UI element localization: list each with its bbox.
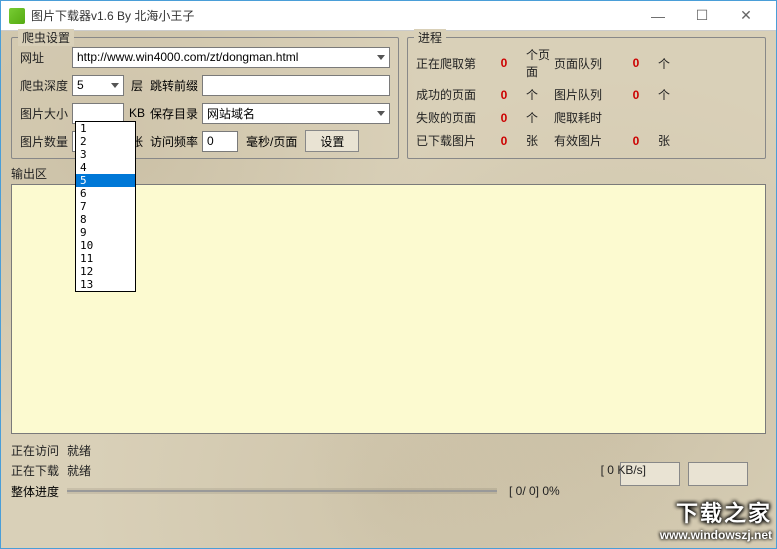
maximize-button[interactable]: ☐ xyxy=(680,2,724,30)
p-row0-l1: 正在爬取第 xyxy=(416,55,482,72)
freq-unit: 毫秒/页面 xyxy=(246,133,297,150)
p-row3-v2: 0 xyxy=(614,134,658,148)
savedir-label: 保存目录 xyxy=(150,105,202,122)
p-row2-l2: 爬取耗时 xyxy=(554,109,614,126)
depth-option[interactable]: 1 xyxy=(76,122,135,135)
visit-value: 就绪 xyxy=(67,442,766,459)
p-row3-l2: 有效图片 xyxy=(554,132,614,149)
p-row3-u1: 张 xyxy=(526,132,554,149)
depth-option[interactable]: 7 xyxy=(76,200,135,213)
depth-option[interactable]: 6 xyxy=(76,187,135,200)
watermark-url: www.windowszj.net xyxy=(660,528,772,542)
download-rate: [ 0 KB/s] xyxy=(601,463,646,477)
app-icon xyxy=(9,8,25,24)
progress-group-title: 进程 xyxy=(414,29,446,46)
overall-row: 整体进度 [ 0/ 0] 0% xyxy=(11,480,766,502)
close-button[interactable]: ✕ xyxy=(724,2,768,30)
progress-grid: 正在爬取第 0 个页面 页面队列 0 个 成功的页面 0 个 图片队列 0 个 … xyxy=(416,46,757,149)
p-row1-l1: 成功的页面 xyxy=(416,86,482,103)
depth-option[interactable]: 3 xyxy=(76,148,135,161)
overall-text: [ 0/ 0] 0% xyxy=(509,484,560,498)
overall-label: 整体进度 xyxy=(11,483,67,500)
depth-option[interactable]: 5 xyxy=(76,174,135,187)
crawler-settings-group: 爬虫设置 网址 爬虫深度 层 跳转前缀 图片大小 xyxy=(11,37,399,159)
depth-row: 爬虫深度 层 跳转前缀 xyxy=(20,74,390,96)
url-row: 网址 xyxy=(20,46,390,68)
prefix-input[interactable] xyxy=(202,75,390,96)
visit-label: 正在访问 xyxy=(11,442,67,459)
p-row0-l2: 页面队列 xyxy=(554,55,614,72)
prefix-label: 跳转前缀 xyxy=(150,77,202,94)
size-label: 图片大小 xyxy=(20,105,72,122)
p-row1-u2: 个 xyxy=(658,86,678,103)
depth-option[interactable]: 8 xyxy=(76,213,135,226)
progress-group: 进程 正在爬取第 0 个页面 页面队列 0 个 成功的页面 0 个 图片队列 0… xyxy=(407,37,766,159)
set-button[interactable]: 设置 xyxy=(305,130,359,152)
p-row0-u1: 个页面 xyxy=(526,46,554,80)
p-row1-v2: 0 xyxy=(614,88,658,102)
p-row0-v1: 0 xyxy=(482,56,526,70)
depth-option[interactable]: 13 xyxy=(76,278,135,291)
app-window: 图片下载器v1.6 By 北海小王子 — ☐ ✕ 爬虫设置 网址 爬虫深度 xyxy=(0,0,777,549)
p-row3-l1: 已下载图片 xyxy=(416,132,482,149)
p-row0-v2: 0 xyxy=(614,56,658,70)
depth-select[interactable] xyxy=(72,75,124,96)
freq-label: 访问频率 xyxy=(150,133,202,150)
p-row3-v1: 0 xyxy=(482,134,526,148)
p-row1-v1: 0 xyxy=(482,88,526,102)
watermark: 下载之家 www.windowszj.net xyxy=(660,496,772,542)
url-input[interactable] xyxy=(72,47,390,68)
depth-option[interactable]: 11 xyxy=(76,252,135,265)
depth-label: 爬虫深度 xyxy=(20,77,72,94)
download-value: 就绪 xyxy=(67,462,601,479)
depth-option[interactable]: 12 xyxy=(76,265,135,278)
progress-bar-wrap: [ 0/ 0] 0% xyxy=(67,484,766,498)
p-row3-u2: 张 xyxy=(658,132,678,149)
size-unit: KB xyxy=(124,106,150,120)
progress-bar xyxy=(67,488,497,494)
depth-option[interactable]: 4 xyxy=(76,161,135,174)
depth-option[interactable]: 2 xyxy=(76,135,135,148)
p-row0-u2: 个 xyxy=(658,55,678,72)
p-row1-l2: 图片队列 xyxy=(554,86,614,103)
window-title: 图片下载器v1.6 By 北海小王子 xyxy=(31,7,636,24)
depth-option[interactable]: 10 xyxy=(76,239,135,252)
url-label: 网址 xyxy=(20,49,72,66)
p-row2-l1: 失败的页面 xyxy=(416,109,482,126)
savedir-select[interactable] xyxy=(202,103,390,124)
freq-input[interactable] xyxy=(202,131,238,152)
download-label: 正在下载 xyxy=(11,462,67,479)
crawler-group-title: 爬虫设置 xyxy=(18,29,74,46)
status-download-row: 正在下载 就绪 [ 0 KB/s] xyxy=(11,460,766,480)
status-rows: 正在访问 就绪 正在下载 就绪 [ 0 KB/s] 整体进度 [ 0/ 0] 0… xyxy=(11,440,766,502)
depth-dropdown-list[interactable]: 12345678910111213 xyxy=(75,121,136,292)
depth-unit: 层 xyxy=(124,77,150,94)
content-area: 爬虫设置 网址 爬虫深度 层 跳转前缀 图片大小 xyxy=(1,31,776,548)
p-row2-v1: 0 xyxy=(482,111,526,125)
window-controls: — ☐ ✕ xyxy=(636,2,768,30)
depth-option[interactable]: 9 xyxy=(76,226,135,239)
status-visit-row: 正在访问 就绪 xyxy=(11,440,766,460)
titlebar: 图片下载器v1.6 By 北海小王子 — ☐ ✕ xyxy=(1,1,776,31)
count-label: 图片数量 xyxy=(20,133,72,150)
minimize-button[interactable]: — xyxy=(636,2,680,30)
p-row1-u1: 个 xyxy=(526,86,554,103)
p-row2-u1: 个 xyxy=(526,109,554,126)
